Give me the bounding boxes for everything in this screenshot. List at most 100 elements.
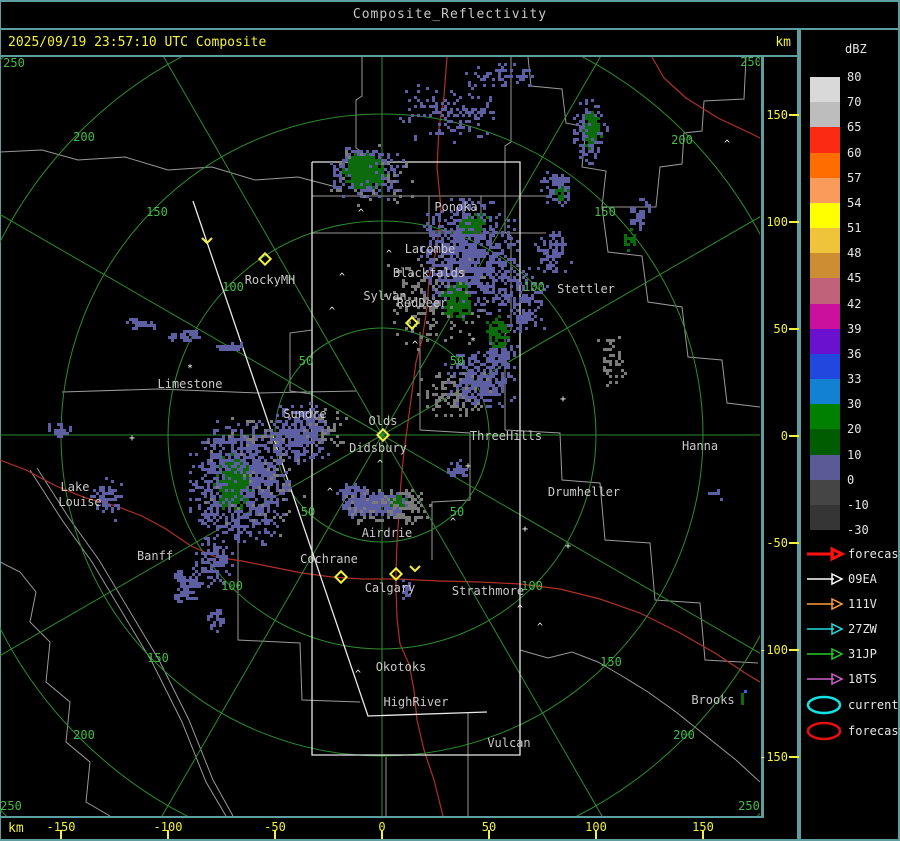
right-axis-tick [789,756,799,758]
station-marker-icon: + [565,541,571,552]
city-label-strathmore: Strathmore [452,584,524,598]
boundary-line [0,561,111,816]
echo-blob-purple [630,198,651,231]
bottom-axis-tick [167,830,169,839]
colorbar-level-label: 39 [847,321,862,336]
station-marker-icon: ^ [386,249,392,260]
city-label-olds: Olds [369,414,398,428]
colorbar-level-label: 54 [847,195,862,210]
right-axis-tick [789,114,799,116]
legend-row-31JP: 31JP [804,646,900,662]
colorbar-level-label: 42 [847,296,862,311]
forecast-arrow-icon [807,546,846,562]
colorbar-level-label: 45 [847,271,862,286]
colorbar-swatch-10 [810,454,840,481]
colorbar-swatch-42 [810,303,840,330]
right-axis-tick [789,221,799,223]
boundary-line [289,262,313,430]
legend-label-forecast: forecast [848,724,900,738]
legend-row-111V: 111V [804,596,900,612]
legend-label-forecast: forecast [848,547,900,561]
ring-label-200: 200 [73,130,95,144]
city-label-brooks: Brooks [691,693,734,707]
31JP-arrow-icon [807,647,844,660]
right-axis-label: -100 [759,643,788,657]
city-label-okotoks: Okotoks [376,660,427,674]
colorbar-swatch-48 [810,253,840,279]
city-label-airdrie: Airdrie [362,526,413,540]
city-label-sundre: Sundre [283,407,326,421]
right-axis-label: 50 [773,322,788,336]
echo-blob-purple [534,231,573,273]
legend-row-09EA: 09EA [804,571,900,587]
echo-blob-purple [216,342,243,351]
legend-label-09EA: 09EA [848,571,877,586]
station-marker-icon: ^ [412,340,418,351]
colorbar-unit-label: dBZ [845,42,867,56]
echo-blob-purple [399,84,495,144]
colorbar-swatch-30 [810,404,840,430]
station-marker-icon: ^ [537,622,543,633]
colorbar-level-label: 0 [847,472,855,487]
ring-label-250: 250 [3,57,25,70]
map-bottom-border [0,816,764,818]
bottom-axis-tick [488,830,490,839]
right-axis-label: -50 [766,536,788,550]
city-label-vulcan: Vulcan [487,736,530,750]
colorbar-level-label: 80 [847,70,862,84]
right-axis-label: 150 [766,108,788,122]
echo-blob-purple [708,489,723,501]
legend-label-current: current [848,698,899,712]
boundary-line [29,469,227,816]
ring-label-50: 50 [450,354,464,368]
city-label-threehills: ThreeHills [470,429,542,443]
legend-label-18TS: 18TS [848,671,877,686]
colorbar-level-label: 30 [847,397,862,412]
bottom-axis-tick [702,830,704,839]
colorbar-swatch-51 [810,228,840,254]
legend-label-111V: 111V [848,596,877,611]
right-axis-tick [789,435,799,437]
station-marker-icon: ^ [327,487,333,498]
colorbar-swatch-80 [810,77,840,103]
colorbar-swatch-0 [810,479,840,506]
city-label-stettler: Stettler [557,282,615,296]
ring-label-150: 150 [146,205,168,219]
colorbar-level-label: 36 [847,346,862,361]
echo-blob-purple [207,609,225,633]
ring-label-100: 100 [523,280,545,294]
city-label-limestone: Limestone [157,377,222,391]
city-label-ponoka: Ponoka [434,200,477,214]
ring-label-100: 100 [521,579,543,593]
ring-label-200: 200 [73,728,95,742]
colorbar-level-label: 57 [847,170,862,185]
timestamp-label: 2025/09/19 23:57:10 UTC Composite [8,35,267,50]
ring-label-250: 250 [740,57,760,69]
ring-label-100: 100 [222,280,244,294]
city-label-drumheller: Drumheller [548,485,620,499]
station-marker-icon: ^ [355,669,361,680]
right-axis-tick [789,328,799,330]
station-marker-icon: ^ [724,139,730,150]
city-label-calgary: Calgary [365,581,416,595]
legend-row-forecast: forecast [804,546,900,562]
echo-blob-green [741,693,744,705]
right-axis-tick [789,542,799,544]
ring-label-200: 200 [673,728,695,742]
current-ellipse-icon [806,695,842,715]
reflectivity-echoes [48,63,747,705]
111V-arrow-icon [807,597,844,611]
colorbar-level-label: 51 [847,221,862,235]
bottom-axis-tick [381,830,383,839]
ring-label-250: 250 [738,799,760,813]
ring-label-250: 250 [0,799,22,813]
city-label-hanna: Hanna [682,439,718,453]
legend-label-31JP: 31JP [848,646,877,661]
city-labels: PonokaLacombeBlackfaldsSylvanRedDeerStet… [58,200,734,750]
forecast-ellipse-icon [806,721,842,741]
station-marker-icon: ^ [339,272,345,283]
colorbar-swatch-39 [810,328,840,355]
colorbar-swatch-54 [810,202,840,229]
ring-label-150: 150 [594,205,616,219]
colorbar-level-label: 20 [847,422,862,437]
